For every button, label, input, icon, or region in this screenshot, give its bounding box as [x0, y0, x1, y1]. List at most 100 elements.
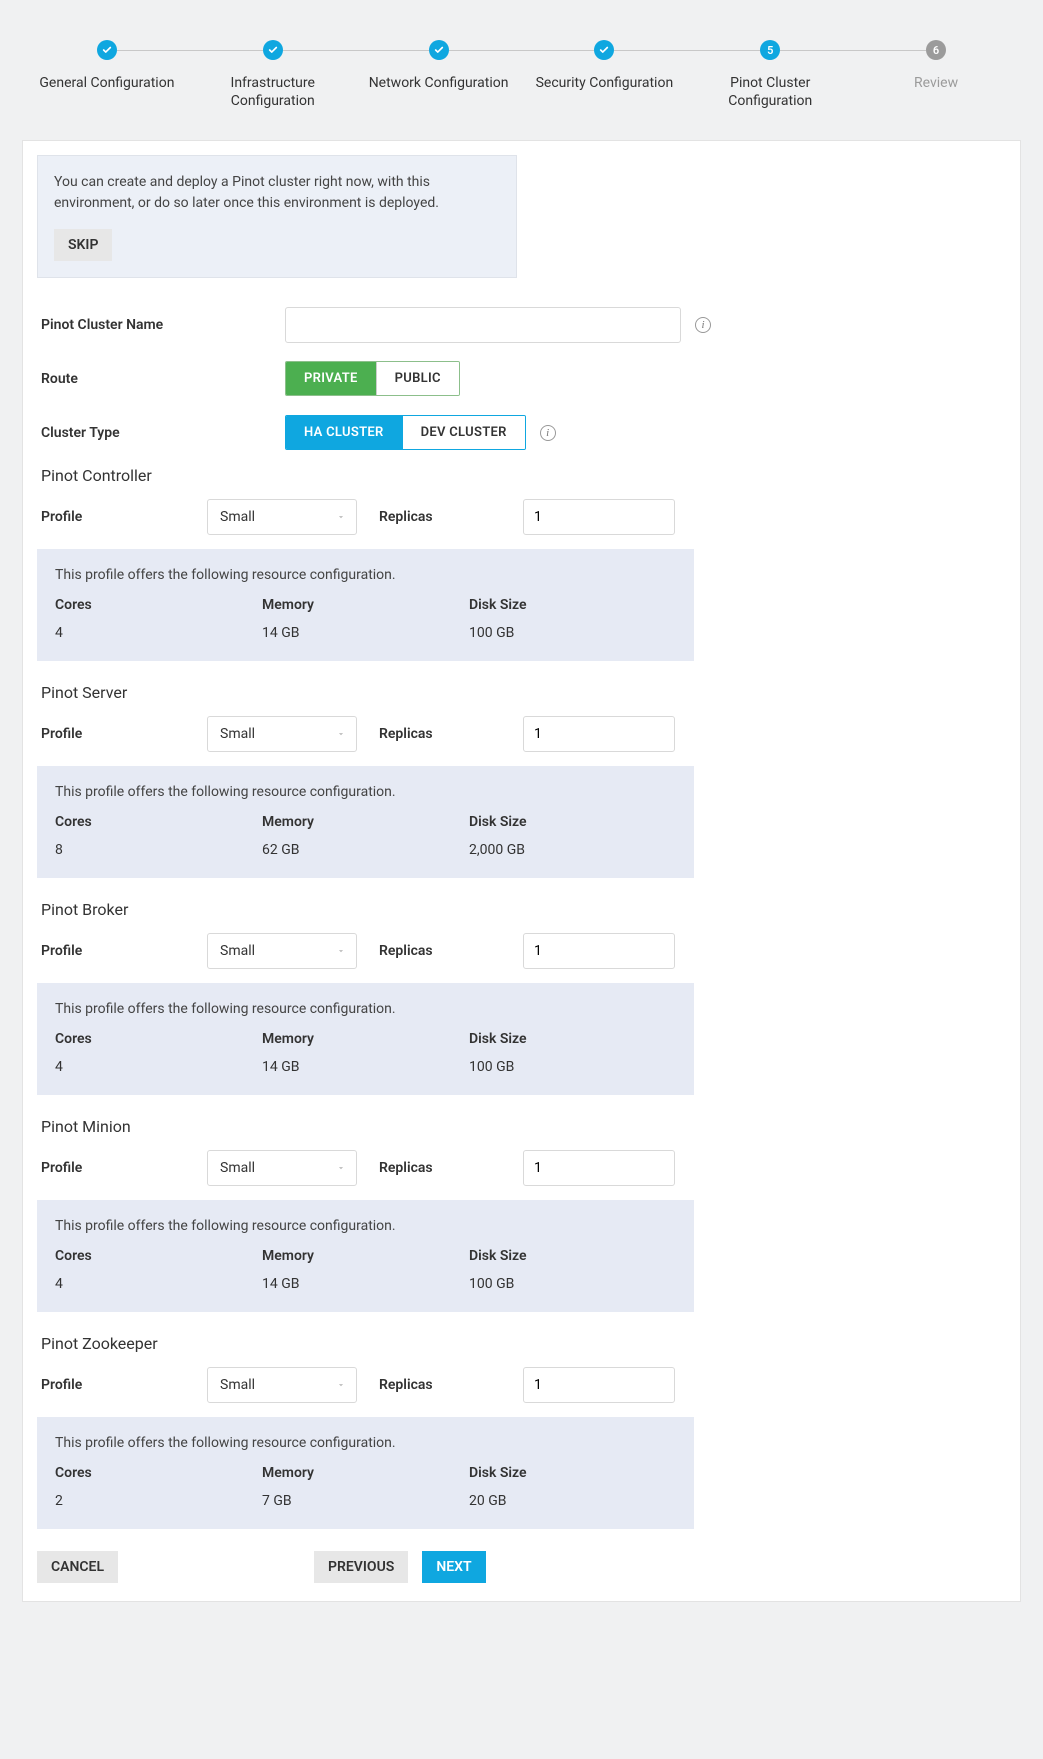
cancel-button[interactable]: CANCEL [37, 1551, 118, 1583]
ha-cluster-button[interactable]: HA CLUSTER [286, 416, 402, 449]
step-1[interactable]: General Configuration [24, 40, 190, 92]
previous-button[interactable]: PREVIOUS [314, 1551, 408, 1583]
chevron-down-icon [336, 729, 346, 739]
step-label: Network Configuration [369, 74, 509, 92]
cluster-name-input[interactable] [285, 307, 681, 343]
step-label: General Configuration [39, 74, 174, 92]
cores-value: 2 [55, 1493, 262, 1509]
cluster-type-row: Cluster Type HA CLUSTER DEV CLUSTER i [37, 412, 1006, 454]
disk-label: Disk Size [469, 814, 676, 830]
cores-value: 4 [55, 625, 262, 641]
route-private-button[interactable]: PRIVATE [286, 362, 376, 395]
cluster-type-toggle: HA CLUSTER DEV CLUSTER [285, 415, 526, 450]
profile-value: Small [208, 1151, 356, 1185]
info-icon[interactable]: i [540, 425, 556, 441]
check-icon [429, 40, 449, 60]
profile-row: ProfileSmallReplicas [37, 716, 1006, 752]
profile-label: Profile [37, 943, 207, 959]
replicas-label: Replicas [357, 1160, 523, 1176]
chevron-down-icon [336, 1163, 346, 1173]
resource-desc: This profile offers the following resour… [55, 567, 676, 583]
section-title: Pinot Minion [41, 1117, 1006, 1136]
disk-label: Disk Size [469, 1465, 676, 1481]
profile-label: Profile [37, 509, 207, 525]
route-public-button[interactable]: PUBLIC [376, 362, 459, 395]
section-pinot-broker: Pinot Broker ProfileSmallReplicas This pro… [37, 900, 1006, 1095]
route-label: Route [37, 371, 285, 387]
next-button[interactable]: NEXT [422, 1551, 485, 1583]
cores-label: Cores [55, 1031, 262, 1047]
disk-label: Disk Size [469, 1031, 676, 1047]
step-number-icon: 5 [760, 40, 780, 60]
profile-value: Small [208, 1368, 356, 1402]
profile-select[interactable]: Small [207, 933, 357, 969]
wizard-stepper: General ConfigurationInfrastructure Conf… [0, 0, 1043, 110]
cores-label: Cores [55, 1248, 262, 1264]
wizard-footer: CANCEL PREVIOUS NEXT [37, 1551, 1006, 1583]
disk-value: 100 GB [469, 1059, 676, 1075]
profile-label: Profile [37, 726, 207, 742]
step-4[interactable]: Security Configuration [521, 40, 687, 92]
step-number-icon: 6 [926, 40, 946, 60]
disk-label: Disk Size [469, 1248, 676, 1264]
disk-value: 100 GB [469, 1276, 676, 1292]
profile-select[interactable]: Small [207, 499, 357, 535]
cluster-name-row: Pinot Cluster Name i [37, 304, 1006, 346]
profile-row: ProfileSmallReplicas [37, 1150, 1006, 1186]
check-icon [97, 40, 117, 60]
step-label: Pinot Cluster Configuration [700, 74, 840, 110]
replicas-input[interactable] [523, 1150, 675, 1186]
section-title: Pinot Broker [41, 900, 1006, 919]
replicas-input[interactable] [523, 499, 675, 535]
memory-label: Memory [262, 1031, 469, 1047]
profile-value: Small [208, 500, 356, 534]
memory-value: 62 GB [262, 842, 469, 858]
replicas-label: Replicas [357, 1377, 523, 1393]
cores-value: 8 [55, 842, 262, 858]
chevron-down-icon [336, 946, 346, 956]
section-pinot-server: Pinot Server ProfileSmallReplicas This pro… [37, 683, 1006, 878]
resource-desc: This profile offers the following resour… [55, 784, 676, 800]
memory-label: Memory [262, 814, 469, 830]
replicas-label: Replicas [357, 943, 523, 959]
dev-cluster-button[interactable]: DEV CLUSTER [402, 416, 525, 449]
cluster-name-label: Pinot Cluster Name [37, 317, 285, 333]
cores-value: 4 [55, 1059, 262, 1075]
profile-select[interactable]: Small [207, 1150, 357, 1186]
disk-value: 2,000 GB [469, 842, 676, 858]
cores-label: Cores [55, 1465, 262, 1481]
section-title: Pinot Zookeeper [41, 1334, 1006, 1353]
step-6: 6 Review [853, 40, 1019, 92]
config-card: You can create and deploy a Pinot cluste… [22, 140, 1021, 1602]
memory-value: 14 GB [262, 1276, 469, 1292]
step-label: Review [914, 74, 958, 92]
skip-info-text: You can create and deploy a Pinot cluste… [54, 172, 500, 213]
replicas-input[interactable] [523, 933, 675, 969]
disk-label: Disk Size [469, 597, 676, 613]
profile-select[interactable]: Small [207, 716, 357, 752]
resource-desc: This profile offers the following resour… [55, 1435, 676, 1451]
disk-value: 100 GB [469, 625, 676, 641]
section-title: Pinot Server [41, 683, 1006, 702]
memory-value: 14 GB [262, 1059, 469, 1075]
info-icon[interactable]: i [695, 317, 711, 333]
profile-value: Small [208, 717, 356, 751]
replicas-input[interactable] [523, 1367, 675, 1403]
cores-label: Cores [55, 597, 262, 613]
check-icon [263, 40, 283, 60]
profile-row: ProfileSmallReplicas [37, 933, 1006, 969]
profile-row: ProfileSmallReplicas [37, 499, 1006, 535]
step-3[interactable]: Network Configuration [356, 40, 522, 92]
memory-label: Memory [262, 1465, 469, 1481]
section-pinot-controller: Pinot ControllerProfileSmallReplicasThis… [37, 466, 1006, 661]
profile-select[interactable]: Small [207, 1367, 357, 1403]
skip-button[interactable]: SKIP [54, 229, 112, 261]
section-pinot-zookeeper: Pinot ZookeeperProfileSmallReplicasThis … [37, 1334, 1006, 1529]
resource-desc: This profile offers the following resour… [55, 1218, 676, 1234]
cores-value: 4 [55, 1276, 262, 1292]
resource-desc: This profile offers the following resour… [55, 1001, 676, 1017]
resource-box: This profile offers the following resour… [37, 766, 694, 878]
replicas-input[interactable] [523, 716, 675, 752]
chevron-down-icon [336, 1380, 346, 1390]
chevron-down-icon [336, 512, 346, 522]
